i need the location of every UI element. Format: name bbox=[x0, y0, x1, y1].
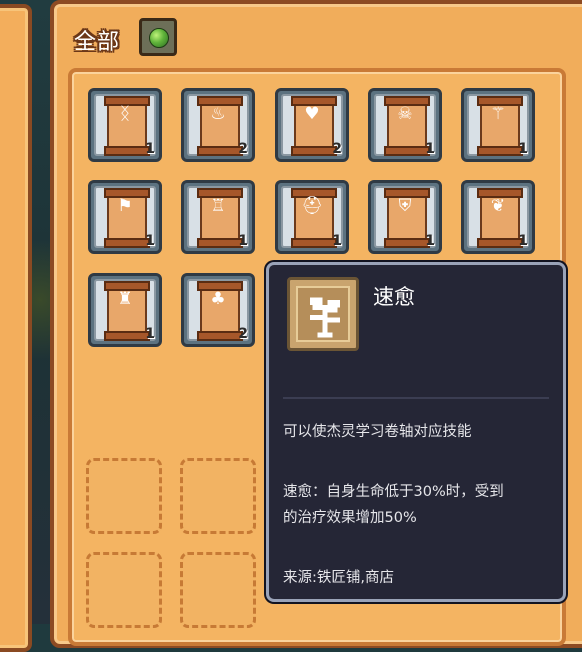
tooltip-effect-line1: 速愈：自身生命低于30%时，受到 bbox=[283, 484, 504, 500]
shield-icon: ⛨ bbox=[398, 196, 412, 216]
scroll-slot[interactable]: ♣ 2 bbox=[181, 273, 255, 347]
item-count: 1 bbox=[145, 141, 155, 157]
scroll-slot[interactable]: ❦ 1 bbox=[461, 180, 535, 254]
sprout-icon bbox=[310, 297, 340, 338]
scroll-slot[interactable]: ⚑ 1 bbox=[88, 180, 162, 254]
tooltip-source: 来源:铁匠铺,商店 bbox=[283, 570, 394, 586]
skull-icon: ☠ bbox=[397, 104, 413, 124]
skill-tooltip: 速愈 可以使杰灵学习卷轴对应技能 速愈：自身生命低于30%时，受到 的治疗效果增… bbox=[266, 262, 566, 602]
butterfly-icon: ᛝ bbox=[119, 104, 131, 124]
tooltip-divider bbox=[283, 397, 549, 399]
green-gem-icon bbox=[149, 28, 169, 48]
empty-slot[interactable] bbox=[180, 458, 256, 534]
tooltip-effect-line2: 的治疗效果增加50% bbox=[283, 510, 417, 526]
heart-hand-icon: ♥ bbox=[304, 104, 320, 124]
armor-icon: ♜ bbox=[117, 289, 133, 309]
scroll-slot[interactable]: ⚚ 1 bbox=[461, 88, 535, 162]
item-count: 1 bbox=[238, 233, 248, 249]
scroll-slot[interactable]: ⛑ 1 bbox=[275, 180, 349, 254]
tooltip-description: 可以使杰灵学习卷轴对应技能 bbox=[283, 424, 472, 440]
scroll-slot[interactable]: ♖ 1 bbox=[181, 180, 255, 254]
item-count: 2 bbox=[238, 326, 248, 342]
item-count: 1 bbox=[145, 233, 155, 249]
filter-button[interactable] bbox=[139, 18, 177, 56]
staff-icon: ⚚ bbox=[490, 104, 506, 124]
scroll-slot[interactable]: ᛝ1 bbox=[88, 88, 162, 162]
item-count: 2 bbox=[238, 141, 248, 157]
fire-icon: ♨ bbox=[210, 104, 226, 124]
scroll-slot[interactable]: ⛨ 1 bbox=[368, 180, 442, 254]
category-title: 全部 bbox=[74, 30, 121, 55]
trophy-icon: ♖ bbox=[210, 196, 226, 216]
item-count: 1 bbox=[425, 233, 435, 249]
sprout-icon: ♣ bbox=[210, 289, 226, 309]
item-count: 1 bbox=[332, 233, 342, 249]
helmet-icon: ⛑ bbox=[301, 196, 323, 216]
tooltip-title: 速愈 bbox=[373, 285, 415, 309]
item-count: 1 bbox=[518, 233, 528, 249]
tooltip-icon-box bbox=[287, 277, 359, 351]
item-count: 1 bbox=[145, 326, 155, 342]
scroll-slot[interactable]: ♨ 2 bbox=[181, 88, 255, 162]
empty-slot[interactable] bbox=[86, 458, 162, 534]
item-count: 2 bbox=[332, 141, 342, 157]
item-count: 1 bbox=[518, 141, 528, 157]
scroll-slot[interactable]: ☠ 1 bbox=[368, 88, 442, 162]
banner-icon: ⚑ bbox=[117, 196, 133, 216]
left-side-panel bbox=[0, 4, 32, 652]
flame-leaf-icon: ❦ bbox=[490, 196, 506, 216]
scroll-slot[interactable]: ♥ 2 bbox=[275, 88, 349, 162]
scroll-slot[interactable]: ♜ 1 bbox=[88, 273, 162, 347]
empty-slot[interactable] bbox=[180, 552, 256, 628]
item-count: 1 bbox=[425, 141, 435, 157]
empty-slot[interactable] bbox=[86, 552, 162, 628]
